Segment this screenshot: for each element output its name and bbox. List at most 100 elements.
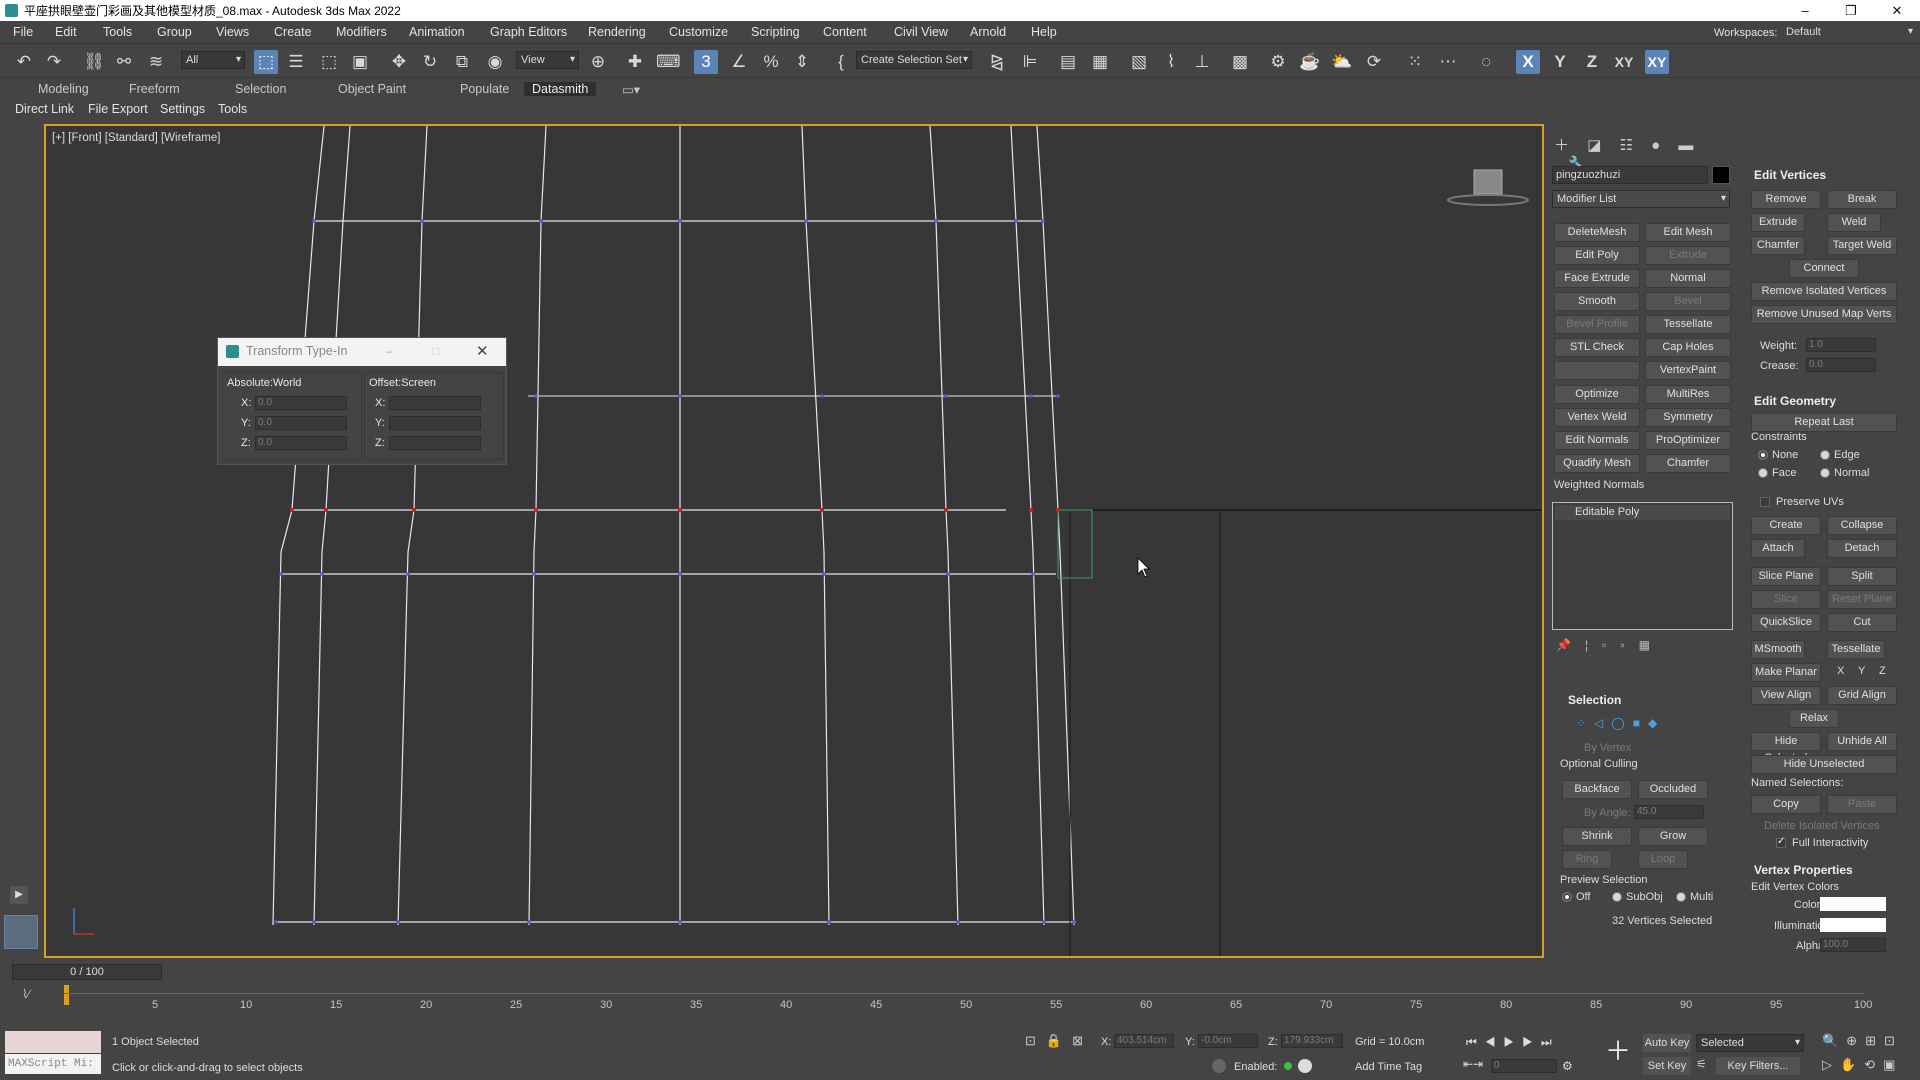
settings-button[interactable]: Settings [160,102,205,116]
backface-button[interactable]: Backface [1562,780,1632,799]
weight-input[interactable]: 1.0 [1806,338,1876,352]
target-weld-button[interactable]: Target Weld [1827,236,1897,255]
front-viewport[interactable]: [+] [Front] [Standard] [Wireframe] [44,124,1544,958]
menu-graph-editors[interactable]: Graph Editors [490,25,567,39]
maxscript-listener-top[interactable] [5,1031,101,1053]
time-slider[interactable]: 0 / 100 [12,964,162,980]
full-interactivity-checkbox[interactable] [1776,836,1786,848]
schematic-view-icon[interactable]: ⌇ [1159,50,1183,74]
unhide-all-button[interactable]: Unhide All [1827,732,1897,751]
create-tab-icon[interactable]: ＋ [1554,137,1569,154]
menu-animation[interactable]: Animation [409,25,465,39]
tab-selection[interactable]: Selection [235,82,286,96]
ribbon-toggle-icon[interactable]: ▦ [1088,50,1112,74]
planar-x-button[interactable]: X [1837,665,1844,677]
tab-modeling[interactable]: Modeling [38,82,89,96]
mod-btn-multires[interactable]: MultiRes [1645,385,1731,404]
viewport-nav-icons-top[interactable]: 🔍⊕⊞⊡ [1822,1033,1903,1049]
create-button[interactable]: Create [1751,516,1821,535]
planar-z-button[interactable]: Z [1879,665,1886,677]
render-production-icon[interactable]: ☕ [1298,50,1322,74]
subobject-level-icons[interactable]: ⁘◁◯■◆ [1576,716,1686,732]
edit-geometry-rollout-title[interactable]: Edit Geometry [1754,394,1836,408]
grow-button[interactable]: Grow [1638,827,1708,846]
named-selection-dropdown[interactable]: Create Selection Set [856,51,972,69]
alpha-input[interactable]: 100.0 [1820,938,1886,952]
occluded-button[interactable]: Occluded [1638,780,1708,799]
collapse-button[interactable]: Collapse [1827,516,1897,535]
playback-controls[interactable]: ⏮◀▶▶⏭ [1466,1035,1560,1050]
undo-icon[interactable]: ↶ [12,50,36,74]
weld-button[interactable]: Weld [1827,213,1881,232]
file-export-button[interactable]: File Export [88,102,148,116]
y-coordinate-field[interactable]: -0.0cm [1198,1034,1258,1048]
time-config-icon[interactable]: ⚙ [1562,1059,1573,1073]
mod-btn-normal[interactable]: Normal [1645,269,1731,288]
ring-button[interactable]: Ring [1562,850,1612,869]
break-button[interactable]: Break [1827,190,1897,209]
by-vertex-checkbox[interactable]: By Vertex [1584,742,1631,754]
x-coordinate-field[interactable]: 403.514cm [1114,1034,1174,1048]
material-editor-icon[interactable]: ⊥ [1190,50,1214,74]
delete-isolated-vertices-checkbox[interactable]: Delete Isolated Vertices [1764,820,1880,832]
move-icon[interactable]: ✥ [387,50,411,74]
illumination-color-swatch[interactable] [1820,918,1886,932]
remove-unused-map-verts-button[interactable]: Remove Unused Map Verts [1751,305,1897,324]
constraint-none-radio[interactable] [1758,450,1768,460]
copy-button[interactable]: Copy [1751,795,1821,814]
mod-btn-extrude[interactable]: Extrude [1645,246,1731,265]
quickslice-button[interactable]: QuickSlice [1751,613,1821,632]
set-key-big-icon[interactable]: ＋ [1604,1037,1632,1065]
redo-icon[interactable]: ↷ [42,50,66,74]
mod-btn-deletemesh[interactable]: DeleteMesh [1554,223,1640,242]
enabled-indicator-icon[interactable] [1284,1062,1292,1070]
tab-populate[interactable]: Populate [460,82,509,96]
off-y-input[interactable] [389,416,481,430]
grid-align-button[interactable]: Grid Align [1827,686,1897,705]
msmooth-button[interactable]: MSmooth [1751,640,1805,659]
menu-help[interactable]: Help [1031,25,1057,39]
selection-rollout-title[interactable]: Selection [1568,693,1621,707]
render-iterative-icon[interactable]: ⟳ [1362,50,1386,74]
attach-button[interactable]: Attach [1751,539,1805,558]
close-button[interactable]: ✕ [1874,0,1920,21]
hide-unselected-button[interactable]: Hide Unselected [1751,755,1897,774]
abs-x-input[interactable]: 0.0 [255,396,347,410]
loop-button[interactable]: Loop [1638,850,1688,869]
axis-xy-button[interactable]: XY [1612,50,1636,74]
mod-btn-weighted-normals[interactable]: Weighted Normals [1554,479,1644,491]
display-tab-icon[interactable]: ▬ [1678,137,1693,154]
axis-y-button[interactable]: Y [1548,50,1572,74]
dialog-minimize-icon[interactable]: – [386,344,393,358]
mini-curve-editor-icon[interactable]: ⌇∕ [22,987,42,1003]
vertex-color-swatch[interactable] [1820,897,1886,911]
expand-arrow-icon[interactable]: ▶ [10,886,28,904]
off-x-input[interactable] [389,396,481,410]
modify-tab-icon[interactable]: ◪ [1587,137,1601,154]
view-align-button[interactable]: View Align [1751,686,1821,705]
mod-btn-smooth[interactable]: Smooth [1554,292,1640,311]
make-planar-button[interactable]: Make Planar [1751,663,1821,682]
menu-customize[interactable]: Customize [669,25,728,39]
key-selection-dropdown[interactable]: Selected [1696,1034,1804,1052]
edit-vertices-rollout-title[interactable]: Edit Vertices [1754,168,1826,182]
modifier-list-dropdown[interactable]: Modifier List [1552,190,1730,208]
key-filters-button[interactable]: Key Filters... [1716,1057,1800,1075]
add-time-tag-button[interactable]: Add Time Tag [1355,1061,1422,1073]
tab-object-paint[interactable]: Object Paint [338,82,406,96]
menu-group[interactable]: Group [157,25,192,39]
scale-icon[interactable]: ⧉ [450,50,474,74]
ribbon-options-icon[interactable]: ▭▾ [622,82,640,97]
mod-btn-quadify-mesh[interactable]: Quadify Mesh [1554,454,1640,473]
stack-item-editable-poly[interactable]: Editable Poly [1555,505,1730,520]
menu-arnold[interactable]: Arnold [970,25,1006,39]
menu-file[interactable]: File [13,25,33,39]
axis-xy-cycle-button[interactable]: XY [1645,50,1669,74]
mirror-icon[interactable]: ⧎ [985,50,1009,74]
preview-multi-radio[interactable] [1676,892,1686,902]
percent-snap-icon[interactable]: % [759,50,783,74]
snaps-toggle-icon[interactable]: 3 [694,50,718,74]
menu-tools[interactable]: Tools [103,25,132,39]
relax-button[interactable]: Relax [1789,709,1839,728]
reset-plane-button[interactable]: Reset Plane [1827,590,1897,609]
